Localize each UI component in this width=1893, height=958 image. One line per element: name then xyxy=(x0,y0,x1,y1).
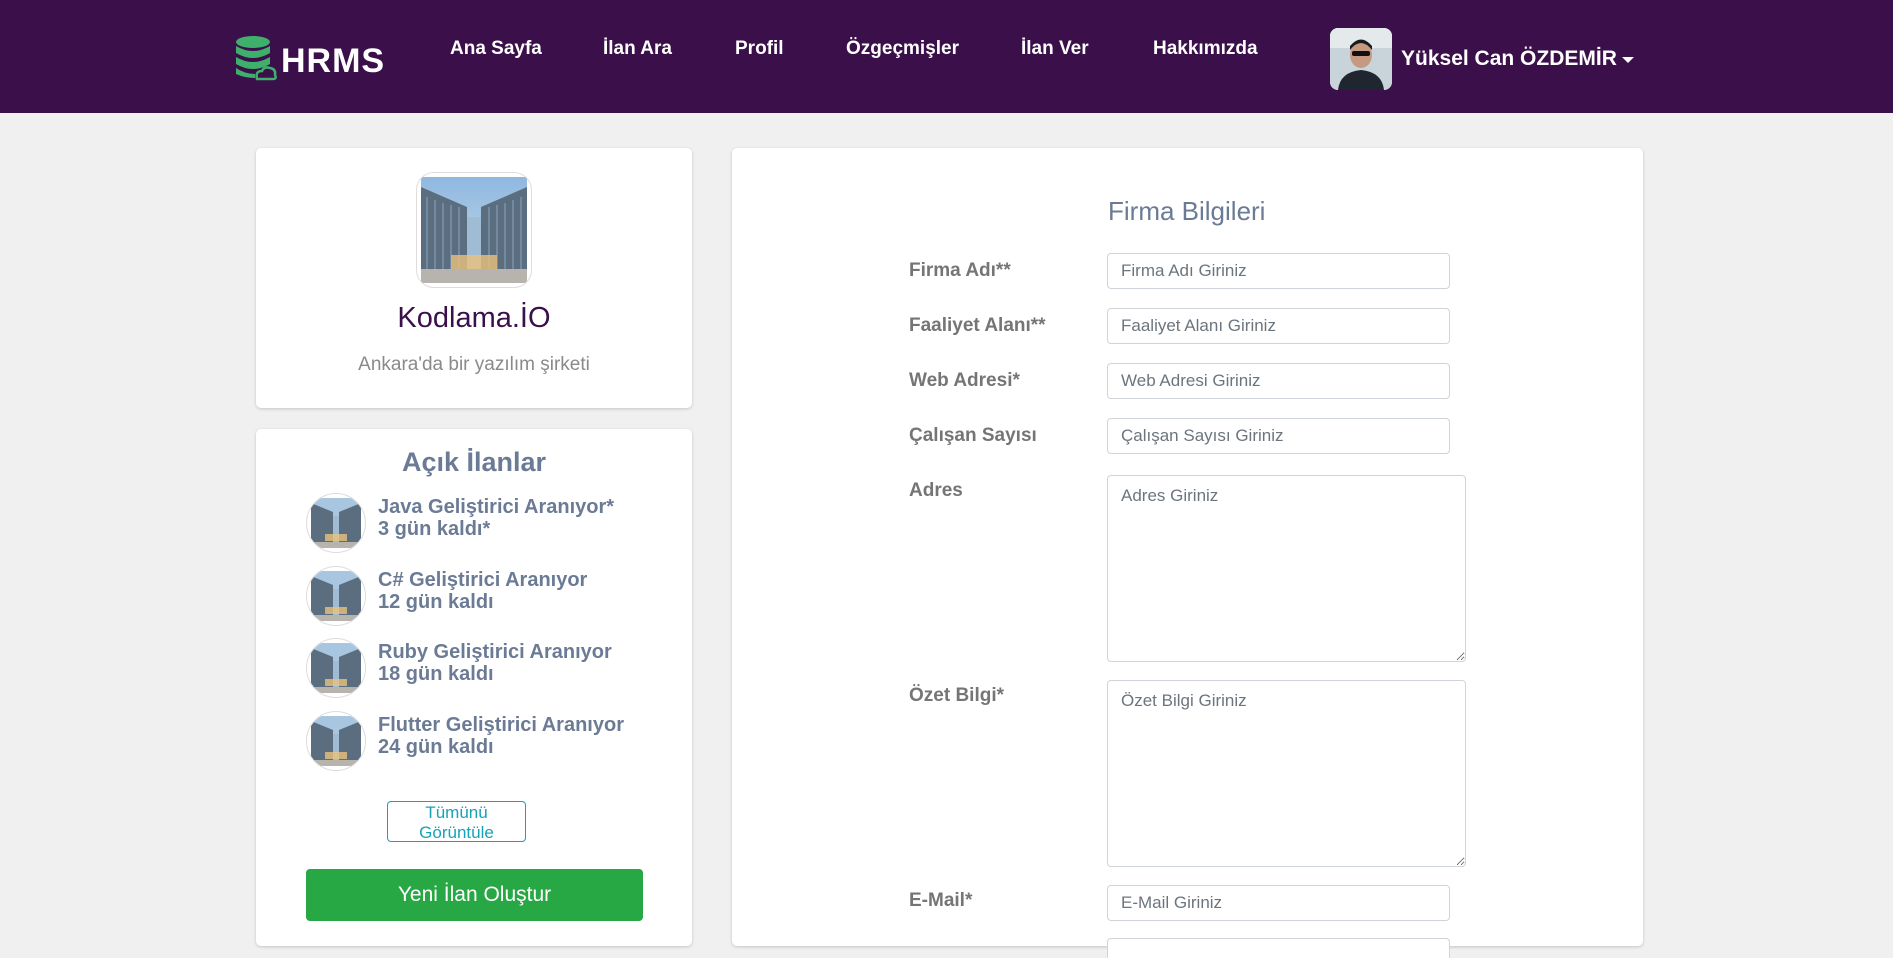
employee-count-label: Çalışan Sayısı xyxy=(909,425,1037,446)
job-thumbnail xyxy=(306,711,366,771)
form-title: Firma Bilgileri xyxy=(1108,196,1266,226)
job-title: Flutter Geliştirici Aranıyor xyxy=(378,714,624,736)
email-label: E-Mail* xyxy=(909,890,973,911)
nav-link-resumes[interactable]: Özgeçmişler xyxy=(846,38,959,60)
activity-area-label: Faaliyet Alanı** xyxy=(909,315,1046,336)
brand-logo[interactable]: HRMS xyxy=(235,35,386,87)
job-remaining-days: 12 gün kaldı xyxy=(378,591,494,613)
user-avatar xyxy=(1330,28,1392,90)
job-list-item[interactable]: Flutter Geliştirici Aranıyor 24 gün kald… xyxy=(306,711,686,771)
job-thumbnail xyxy=(306,493,366,553)
company-info-form: Firma Bilgileri Firma Adı** Faaliyet Ala… xyxy=(732,148,1643,958)
job-title: Ruby Geliştirici Aranıyor xyxy=(378,641,612,663)
user-name: Yüksel Can ÖZDEMİR xyxy=(1401,47,1617,70)
company-logo xyxy=(416,172,532,288)
top-navbar: HRMS Ana Sayfa İlan Ara Profil Özgeçmişl… xyxy=(0,0,1893,113)
nav-link-profile[interactable]: Profil xyxy=(735,38,784,60)
open-jobs-card: Açık İlanlar Java Geliştirici Aranıyor* … xyxy=(256,429,692,946)
company-description: Ankara'da bir yazılım şirketi xyxy=(358,354,590,375)
job-list-item[interactable]: Ruby Geliştirici Aranıyor 18 gün kaldı xyxy=(306,638,686,698)
job-remaining-days: 18 gün kaldı xyxy=(378,663,494,685)
web-address-input[interactable] xyxy=(1107,363,1450,399)
create-new-job-button[interactable]: Yeni İlan Oluştur xyxy=(306,869,643,921)
nav-link-about[interactable]: Hakkımızda xyxy=(1153,38,1258,60)
company-name-input[interactable] xyxy=(1107,253,1450,289)
open-jobs-title: Açık İlanlar xyxy=(401,447,547,477)
summary-textarea[interactable] xyxy=(1107,680,1466,867)
job-thumbnail xyxy=(306,638,366,698)
summary-label: Özet Bilgi* xyxy=(909,685,1005,706)
view-all-jobs-button[interactable]: Tümünü Görüntüle xyxy=(387,801,526,842)
job-remaining-days: 24 gün kaldı xyxy=(378,736,494,758)
job-title: Java Geliştirici Aranıyor* xyxy=(378,496,615,518)
user-menu-dropdown[interactable]: Yüksel Can ÖZDEMİR xyxy=(1330,28,1634,90)
job-list-item[interactable]: C# Geliştirici Aranıyor 12 gün kaldı xyxy=(306,566,686,626)
brand-name: HRMS xyxy=(281,41,386,80)
activity-area-input[interactable] xyxy=(1107,308,1450,344)
job-thumbnail xyxy=(306,566,366,626)
nav-link-post-job[interactable]: İlan Ver xyxy=(1021,38,1089,60)
email-input[interactable] xyxy=(1107,885,1450,921)
chevron-down-icon xyxy=(1621,57,1634,63)
company-name-label: Firma Adı** xyxy=(909,260,1011,281)
database-cloud-icon xyxy=(235,35,277,87)
address-textarea[interactable] xyxy=(1107,475,1466,662)
employee-count-input[interactable] xyxy=(1107,418,1450,454)
job-remaining-days: 3 gün kaldı* xyxy=(378,518,491,540)
address-label: Adres xyxy=(909,480,963,501)
job-list-item[interactable]: Java Geliştirici Aranıyor* 3 gün kaldı* xyxy=(306,493,686,553)
nav-link-home[interactable]: Ana Sayfa xyxy=(450,38,542,60)
web-address-label: Web Adresi* xyxy=(909,370,1020,391)
job-title: C# Geliştirici Aranıyor xyxy=(378,569,588,591)
company-profile-card: Kodlama.İO Ankara'da bir yazılım şirketi xyxy=(256,148,692,408)
nav-link-job-search[interactable]: İlan Ara xyxy=(603,38,672,60)
next-field-input[interactable] xyxy=(1107,938,1450,958)
company-name: Kodlama.İO xyxy=(397,302,551,334)
